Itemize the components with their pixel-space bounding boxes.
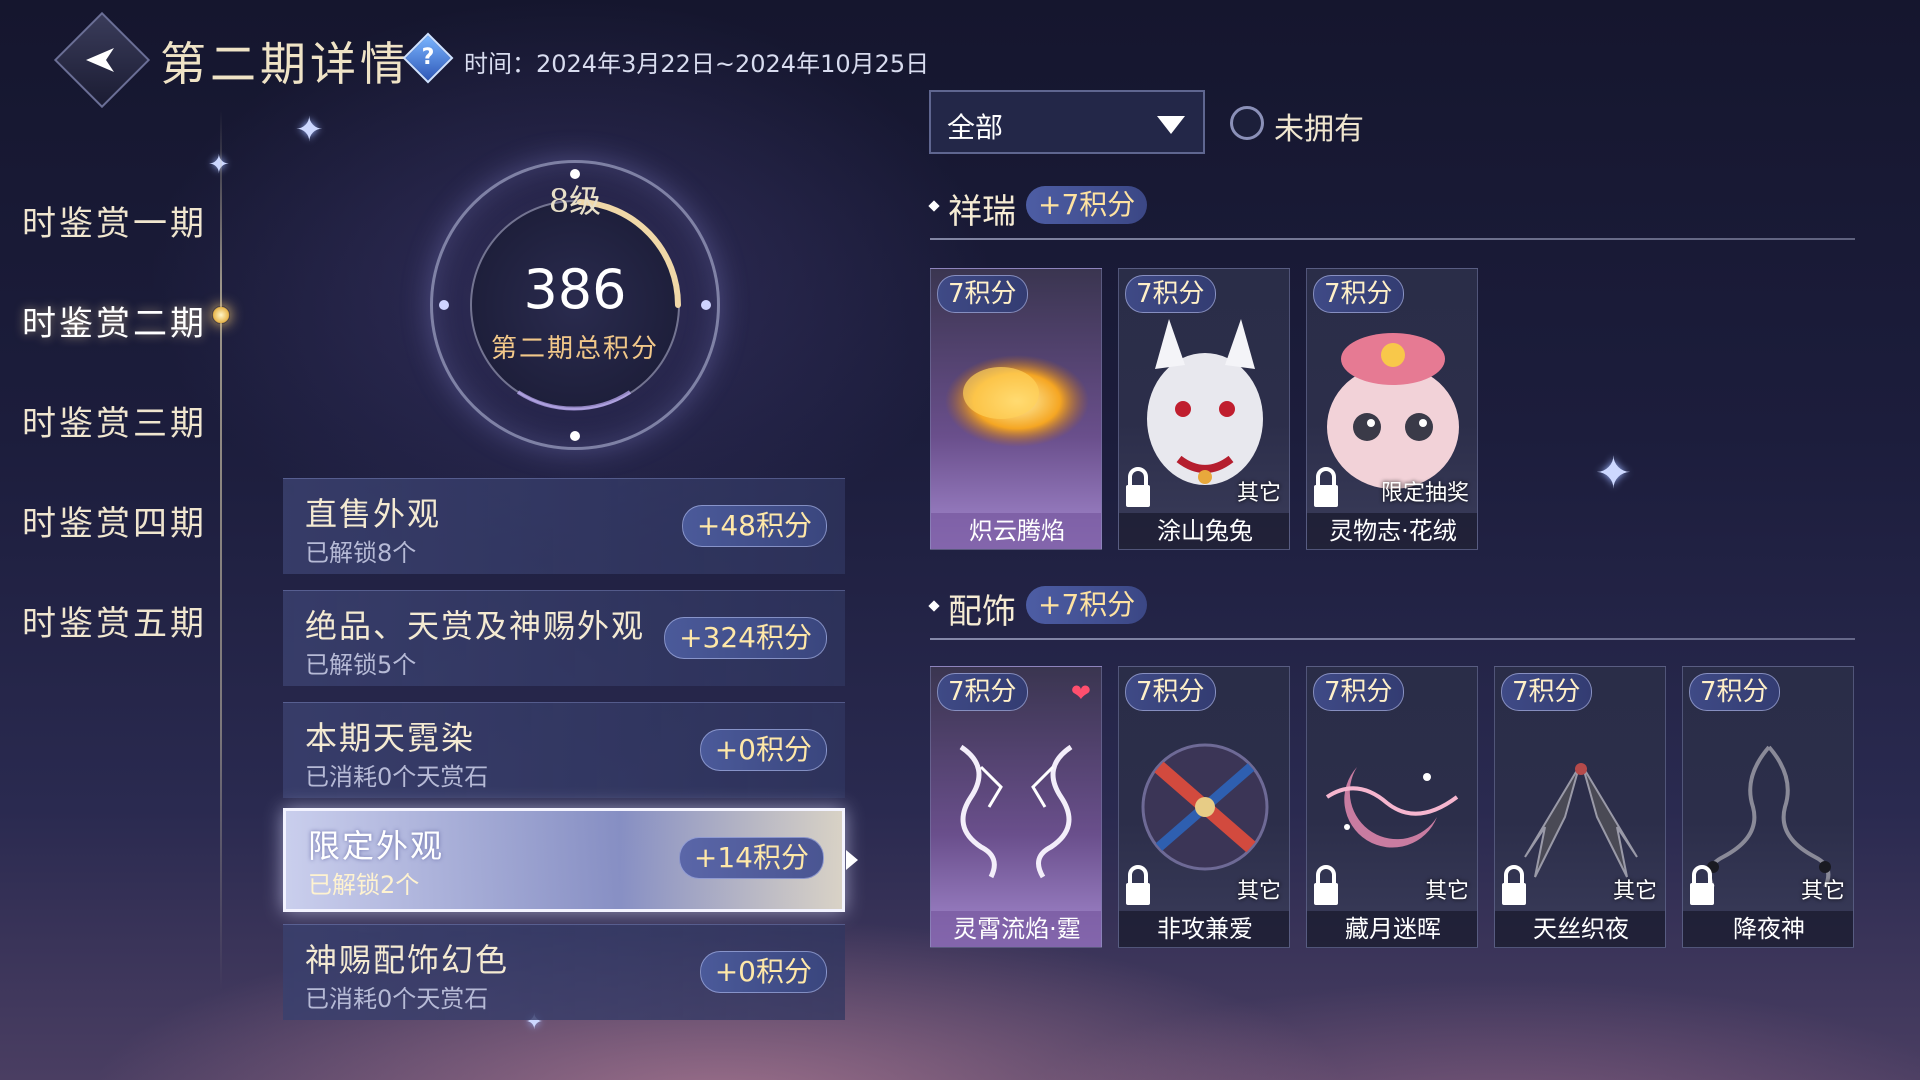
item-card[interactable]: 7积分 ❤ 灵霄流焰·霆	[930, 666, 1102, 948]
not-owned-label[interactable]: 未拥有	[1274, 104, 1364, 148]
lock-icon	[1314, 865, 1338, 905]
category-subtitle: 已解锁8个	[305, 539, 417, 567]
section-title: 配饰	[948, 592, 1016, 632]
item-source: 其它	[1424, 879, 1469, 904]
section-title: 祥瑞	[948, 192, 1016, 232]
category-subtitle: 已解锁2个	[308, 871, 420, 899]
item-source: 其它	[1236, 879, 1281, 904]
item-name: 天丝织夜	[1495, 911, 1665, 947]
golden-cloud-art	[945, 355, 1089, 447]
item-card[interactable]: 7积分 限定抽奖 灵物志·花绒	[1306, 268, 1478, 550]
category-points-badge: +48积分	[681, 505, 827, 547]
item-source: 限定抽奖	[1380, 481, 1469, 506]
back-arrow-icon	[86, 48, 114, 72]
item-name: 降夜神	[1683, 911, 1853, 947]
item-name: 炽云腾焰	[931, 513, 1101, 549]
category-title: 绝品、天赏及神赐外观	[305, 607, 646, 645]
nav-item-period-4[interactable]: 时鉴赏四期	[22, 496, 207, 545]
category-dye[interactable]: 本期天霓染 已消耗0个天赏石 +0积分	[283, 702, 845, 798]
active-category-arrow	[846, 850, 858, 870]
category-premium[interactable]: 绝品、天赏及神赐外观 已解锁5个 +324积分	[283, 590, 845, 686]
level-label: 8级	[548, 182, 602, 220]
category-title: 本期天霓染	[305, 719, 476, 757]
item-points-badge: 7积分	[1313, 275, 1404, 313]
lock-icon	[1126, 865, 1150, 905]
section-header-auspicious: 祥瑞 +7积分	[928, 180, 1860, 240]
item-card[interactable]: 7积分 其它 降夜神	[1682, 666, 1854, 948]
star-decoration: ✦	[1595, 448, 1632, 499]
item-points-badge: 7积分	[937, 673, 1028, 711]
category-accessory-color[interactable]: 神赐配饰幻色 已消耗0个天赏石 +0积分	[283, 924, 845, 1020]
item-name: 灵物志·花绒	[1307, 513, 1477, 549]
diamond-bullet-icon	[928, 200, 940, 212]
lock-icon	[1314, 467, 1338, 507]
category-subtitle: 已消耗0个天赏石	[305, 763, 489, 791]
lock-icon	[1502, 865, 1526, 905]
item-points-badge: 7积分	[1125, 275, 1216, 313]
category-points-badge: +0积分	[699, 951, 827, 993]
item-points-badge: 7积分	[1501, 673, 1592, 711]
lock-icon	[1690, 865, 1714, 905]
category-subtitle: 已消耗0个天赏石	[305, 985, 489, 1013]
chevron-down-icon	[1157, 116, 1185, 134]
category-points-badge: +0积分	[699, 729, 827, 771]
category-title: 限定外观	[308, 827, 445, 865]
event-time-text: 时间：2024年3月22日~2024年10月25日	[464, 50, 930, 78]
item-source: 其它	[1612, 879, 1657, 904]
nav-item-period-1[interactable]: 时鉴赏一期	[22, 196, 207, 245]
item-name: 藏月迷晖	[1307, 911, 1477, 947]
total-score-label: 第二期总积分	[490, 334, 659, 364]
help-icon[interactable]: ?	[402, 32, 454, 84]
nav-item-period-2[interactable]: 时鉴赏二期	[22, 296, 207, 345]
item-card[interactable]: 7积分 其它 天丝织夜	[1494, 666, 1666, 948]
screen: ✦ ✦ ✦ ✦ ✦ 第二期详情 ? 时间：2024年3月22日~2024年10月…	[0, 0, 1920, 1080]
category-points-badge: +14积分	[678, 837, 824, 879]
back-button[interactable]	[53, 11, 151, 109]
nav-active-marker	[212, 306, 230, 324]
item-card[interactable]: 7积分 其它 非攻兼爱	[1118, 666, 1290, 948]
nav-item-period-3[interactable]: 时鉴赏三期	[22, 396, 207, 445]
item-card[interactable]: 7积分 其它 涂山兔兔	[1118, 268, 1290, 550]
category-direct-sale[interactable]: 直售外观 已解锁8个 +48积分	[283, 478, 845, 574]
item-name: 涂山兔兔	[1119, 513, 1289, 549]
page-title: 第二期详情	[160, 37, 410, 91]
item-card[interactable]: 7积分 炽云腾焰	[930, 268, 1102, 550]
total-score: 386	[523, 258, 627, 321]
score-ring: 8级 386 第二期总积分	[430, 160, 720, 450]
nav-divider	[220, 110, 222, 990]
section-divider	[930, 238, 1855, 240]
item-card[interactable]: 7积分 其它 藏月迷晖	[1306, 666, 1478, 948]
not-owned-radio[interactable]	[1230, 106, 1264, 140]
section-header-accessory: 配饰 +7积分	[928, 580, 1860, 640]
section-points-badge: +7积分	[1026, 186, 1148, 224]
category-title: 直售外观	[305, 495, 442, 533]
section-points-badge: +7积分	[1026, 586, 1148, 624]
lightning-wings-art	[959, 744, 1073, 879]
category-limited[interactable]: 限定外观 已解锁2个 +14积分	[283, 808, 845, 912]
item-name: 非攻兼爱	[1119, 911, 1289, 947]
item-points-badge: 7积分	[1689, 673, 1780, 711]
lock-icon	[1126, 467, 1150, 507]
item-points-badge: 7积分	[1313, 673, 1404, 711]
filter-dropdown[interactable]: 全部	[929, 90, 1205, 154]
item-source: 其它	[1236, 481, 1281, 506]
item-points-badge: 7积分	[1125, 673, 1216, 711]
filter-selected-value: 全部	[947, 111, 1004, 144]
item-name: 灵霄流焰·霆	[931, 911, 1101, 947]
nav-item-period-5[interactable]: 时鉴赏五期	[22, 596, 207, 645]
diamond-bullet-icon	[928, 600, 940, 612]
item-points-badge: 7积分	[937, 275, 1028, 313]
section-divider	[930, 638, 1855, 640]
item-source: 其它	[1800, 879, 1845, 904]
category-subtitle: 已解锁5个	[305, 651, 417, 679]
category-title: 神赐配饰幻色	[305, 941, 510, 979]
heart-icon[interactable]: ❤	[1071, 679, 1091, 707]
category-points-badge: +324积分	[664, 617, 827, 659]
star-decoration: ✦	[208, 150, 230, 180]
